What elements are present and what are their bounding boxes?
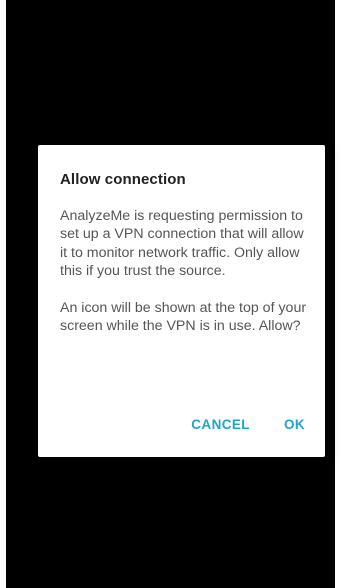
dialog-title: Allow connection bbox=[60, 171, 186, 188]
vpn-permission-dialog: Allow connection AnalyzeMe is requesting… bbox=[38, 145, 325, 457]
dialog-message: AnalyzeMe is requesting permission to se… bbox=[60, 207, 312, 353]
screen-backdrop: Allow connection AnalyzeMe is requesting… bbox=[6, 0, 335, 588]
dialog-message-icon-notice: An icon will be shown at the top of your… bbox=[60, 299, 307, 335]
ok-button[interactable]: OK bbox=[284, 417, 305, 432]
dialog-message-permission: AnalyzeMe is requesting permission to se… bbox=[60, 208, 304, 280]
dialog-actions: CANCEL OK bbox=[191, 417, 305, 432]
cancel-button[interactable]: CANCEL bbox=[191, 417, 250, 432]
